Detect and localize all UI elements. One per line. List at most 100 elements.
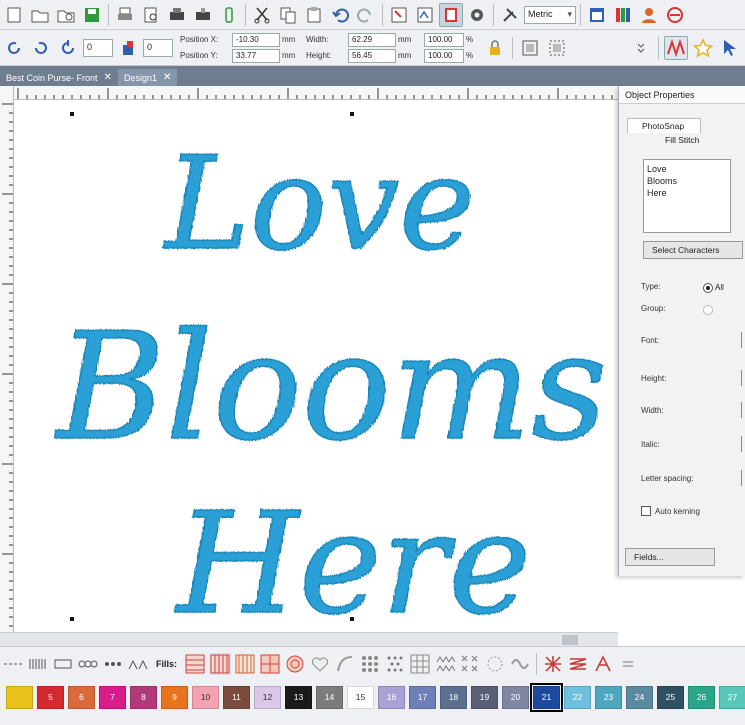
thread-swatch[interactable]: 8 (130, 685, 157, 709)
fill-pattern-9-icon[interactable] (384, 653, 406, 675)
settings-gear-icon[interactable] (465, 3, 489, 27)
close-icon[interactable]: ✕ (104, 72, 112, 83)
thread-swatch[interactable]: 18 (440, 685, 467, 709)
group-icon[interactable] (518, 36, 542, 60)
paste-icon[interactable] (302, 3, 326, 27)
thread-swatch[interactable]: 16 (378, 685, 405, 709)
write-card-icon[interactable] (191, 3, 215, 27)
tools-icon[interactable] (498, 3, 522, 27)
rotate-right-45-icon[interactable] (29, 36, 53, 60)
cut-icon[interactable] (250, 3, 274, 27)
more-fills-icon[interactable] (617, 653, 639, 675)
thread-swatch[interactable]: 22 (564, 685, 591, 709)
fill-pattern-10-icon[interactable] (409, 653, 431, 675)
scrollbar-thumb[interactable] (562, 635, 578, 645)
thread-swatch[interactable]: 19 (471, 685, 498, 709)
fill-pattern-12-icon[interactable] (459, 653, 481, 675)
print-preview-icon[interactable] (139, 3, 163, 27)
fill-pattern-6-icon[interactable] (309, 653, 331, 675)
scale-height-input[interactable]: 100.00 (424, 48, 464, 63)
thread-swatch[interactable]: 23 (595, 685, 622, 709)
rotate-angle-input[interactable]: 0 (83, 38, 113, 57)
save-icon[interactable] (80, 3, 104, 27)
cross-stitch-icon[interactable] (542, 653, 564, 675)
type-all-radio[interactable] (703, 283, 713, 293)
close-icon[interactable]: ✕ (163, 72, 171, 83)
running-stitch-icon[interactable] (2, 653, 24, 675)
fill-pattern-8-icon[interactable] (359, 653, 381, 675)
tab-photosnap[interactable]: PhotoSnap (627, 118, 702, 133)
italic-field[interactable] (741, 436, 745, 452)
bead-stitch-icon[interactable] (102, 653, 124, 675)
properties-toggle-icon[interactable] (439, 2, 463, 27)
thread-swatch[interactable]: 17 (409, 685, 436, 709)
horizontal-scrollbar[interactable] (0, 632, 618, 646)
thread-swatch[interactable]: 21 (530, 682, 563, 712)
thread-swatch[interactable]: 5 (37, 685, 64, 709)
tab-best-coin-purse[interactable]: Best Coin Purse- Front ✕ (0, 69, 118, 86)
thread-swatch[interactable]: 15 (347, 685, 374, 709)
units-select[interactable]: Metric (524, 5, 576, 24)
open-recent-icon[interactable] (54, 3, 78, 27)
wizard-icon[interactable] (663, 3, 687, 27)
lock-proportions-icon[interactable] (483, 36, 507, 60)
thread-swatch[interactable] (6, 685, 33, 709)
thread-swatch[interactable]: 25 (657, 685, 684, 709)
send-to-machine-icon[interactable] (165, 3, 189, 27)
fill-pattern-5-icon[interactable] (284, 653, 306, 675)
redo-icon[interactable] (354, 3, 378, 27)
thread-swatch[interactable]: 24 (626, 685, 653, 709)
ungroup-icon[interactable] (545, 36, 569, 60)
zigzag-stitch-icon[interactable] (664, 35, 688, 60)
new-file-icon[interactable] (2, 3, 26, 27)
undo-icon[interactable] (328, 3, 352, 27)
thread-swatch[interactable]: 12 (254, 685, 281, 709)
design-text-group[interactable]: Love Blooms Here (53, 129, 608, 632)
lettering-text-box[interactable]: Love Blooms Here (643, 159, 731, 233)
position-x-input[interactable]: -10.30 (232, 32, 280, 47)
chain-stitch-icon[interactable] (77, 653, 99, 675)
user-icon[interactable] (637, 3, 661, 27)
thread-swatch[interactable]: 14 (316, 685, 343, 709)
fill-pattern-14-icon[interactable] (509, 653, 531, 675)
thread-swatch[interactable]: 10 (192, 685, 219, 709)
fill-pattern-7-icon[interactable] (334, 653, 356, 675)
fill-pattern-3-icon[interactable] (234, 653, 256, 675)
fill-pattern-1-icon[interactable] (184, 653, 206, 675)
zigzag-fill-icon[interactable] (567, 653, 589, 675)
print-icon[interactable] (113, 3, 137, 27)
design-canvas[interactable]: Love Blooms Here (14, 100, 618, 632)
fields-button[interactable]: Fields... (625, 548, 715, 566)
embroidery-design[interactable]: Love Blooms Here (14, 100, 618, 632)
copy-icon[interactable] (276, 3, 300, 27)
scale-width-input[interactable]: 100.00 (424, 32, 464, 47)
rectangle-stitch-icon[interactable] (52, 653, 74, 675)
width-field[interactable] (741, 402, 745, 418)
show-stitches-icon[interactable] (413, 3, 437, 27)
color-chart-icon[interactable] (611, 3, 635, 27)
position-y-input[interactable]: 33.77 (232, 48, 280, 63)
select-objects-icon[interactable] (387, 3, 411, 27)
thread-swatch[interactable]: 20 (502, 685, 529, 709)
select-arrow-icon[interactable] (718, 36, 742, 60)
rotate-free-icon[interactable] (56, 36, 80, 60)
toolbar-overflow-chevron-icon[interactable] (629, 36, 653, 60)
thread-swatch[interactable]: 11 (223, 685, 250, 709)
select-characters-button[interactable]: Select Characters (643, 241, 743, 259)
applique-icon[interactable] (592, 653, 614, 675)
satin-stitch-icon[interactable] (27, 653, 49, 675)
skew-icon[interactable] (116, 36, 140, 60)
skew-angle-input[interactable]: 0 (143, 38, 173, 57)
usb-icon[interactable] (217, 3, 241, 27)
thread-swatch[interactable]: 26 (688, 685, 715, 709)
thread-swatch[interactable]: 9 (161, 685, 188, 709)
width-input[interactable]: 62.29 (348, 32, 396, 47)
fill-pattern-13-icon[interactable] (484, 653, 506, 675)
star-shape-icon[interactable] (691, 36, 715, 60)
design-window-icon[interactable] (585, 3, 609, 27)
thread-swatch[interactable]: 27 (719, 685, 745, 709)
height-field[interactable] (741, 370, 745, 386)
open-folder-icon[interactable] (28, 3, 52, 27)
group-radio[interactable] (703, 305, 713, 315)
motif-line-icon[interactable] (127, 653, 149, 675)
